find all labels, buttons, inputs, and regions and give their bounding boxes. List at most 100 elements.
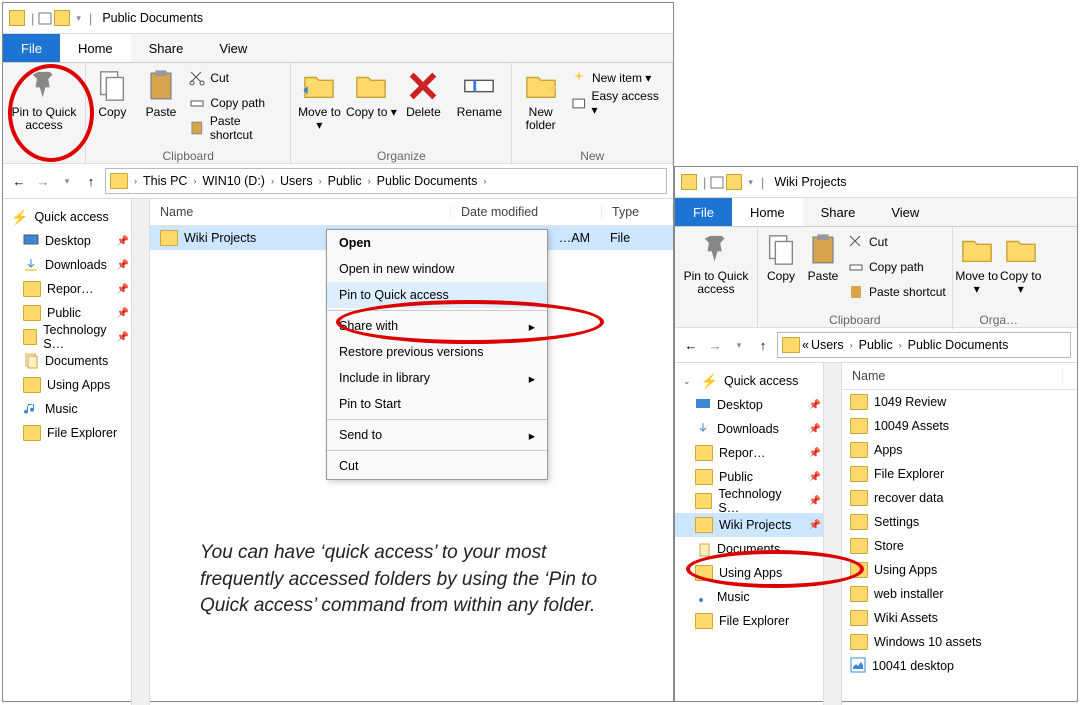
ctx-send-to[interactable]: Send to▸: [327, 422, 547, 448]
move-to-button[interactable]: Move to ▾: [955, 229, 999, 311]
rename-button[interactable]: Rename: [449, 65, 509, 147]
sidebar-item-music[interactable]: Music: [675, 585, 841, 609]
quick-access-header[interactable]: ⚡Quick access: [3, 205, 149, 229]
tab-file[interactable]: File: [675, 198, 732, 226]
paste-button[interactable]: Paste: [802, 229, 844, 311]
file-row[interactable]: 10041 desktop: [842, 654, 1077, 678]
file-row[interactable]: Store: [842, 534, 1077, 558]
cut-button[interactable]: Cut: [848, 231, 946, 253]
cut-button[interactable]: Cut: [189, 67, 284, 89]
recent-button[interactable]: ▾: [57, 176, 77, 187]
back-button[interactable]: ←: [681, 338, 701, 353]
copy-path-button[interactable]: Copy path: [189, 92, 284, 114]
ctx-open-new-window[interactable]: Open in new window: [327, 256, 547, 282]
sidebar-item-music[interactable]: Music: [3, 397, 149, 421]
file-row[interactable]: Using Apps: [842, 558, 1077, 582]
copy-to-button[interactable]: Copy to ▾: [345, 65, 397, 147]
new-item-button[interactable]: New item ▾: [571, 67, 666, 89]
forward-button[interactable]: →: [33, 174, 53, 189]
ctx-share-with[interactable]: Share with▸: [327, 313, 547, 339]
file-row[interactable]: File Explorer: [842, 462, 1077, 486]
sidebar-item-wiki-projects[interactable]: Wiki Projects📌: [675, 513, 841, 537]
crumb-pubdocs[interactable]: Public Documents: [908, 338, 1009, 352]
tab-share[interactable]: Share: [803, 198, 874, 226]
file-row[interactable]: 10049 Assets: [842, 414, 1077, 438]
col-type[interactable]: Type: [602, 205, 673, 219]
paste-shortcut-button[interactable]: Paste shortcut: [848, 281, 946, 303]
file-row[interactable]: recover data: [842, 486, 1077, 510]
copy-button[interactable]: Copy: [88, 65, 137, 147]
file-row[interactable]: web installer: [842, 582, 1077, 606]
col-name[interactable]: Name: [842, 369, 1063, 383]
sidebar-item-public[interactable]: Public📌: [675, 465, 841, 489]
recent-button[interactable]: ▾: [729, 340, 749, 351]
file-row[interactable]: Apps: [842, 438, 1077, 462]
column-headers[interactable]: Name Date modified Type: [150, 199, 673, 226]
tab-view[interactable]: View: [873, 198, 937, 226]
crumb-thispc[interactable]: This PC: [143, 174, 187, 188]
sidebar-item-usingapps[interactable]: Using Apps: [675, 561, 841, 585]
tab-view[interactable]: View: [201, 34, 265, 62]
address-bar[interactable]: « Users› Public› Public Documents: [777, 332, 1071, 358]
quick-access-header[interactable]: ⌄⚡Quick access: [675, 369, 841, 393]
crumb-drive[interactable]: WIN10 (D:): [202, 174, 265, 188]
address-bar[interactable]: › This PC› WIN10 (D:)› Users› Public› Pu…: [105, 168, 667, 194]
crumb-users[interactable]: Users: [811, 338, 844, 352]
tab-home[interactable]: Home: [60, 34, 131, 62]
paste-button[interactable]: Paste: [137, 65, 186, 147]
sidebar-item-desktop[interactable]: Desktop📌: [675, 393, 841, 417]
sidebar-item-fileexplorer[interactable]: File Explorer: [675, 609, 841, 633]
sidebar-item-public[interactable]: Public📌: [3, 301, 149, 325]
ctx-pin-start[interactable]: Pin to Start: [327, 391, 547, 417]
pin-to-quick-access-button[interactable]: Pin to Quick access: [677, 229, 755, 329]
file-row[interactable]: Settings: [842, 510, 1077, 534]
sidebar-item-usingapps[interactable]: Using Apps: [3, 373, 149, 397]
ctx-cut[interactable]: Cut: [327, 453, 547, 479]
ctx-restore[interactable]: Restore previous versions: [327, 339, 547, 365]
tab-share[interactable]: Share: [131, 34, 202, 62]
up-button[interactable]: ↑: [753, 338, 773, 353]
sidebar-item-tech[interactable]: Technology S…📌: [3, 325, 149, 349]
sidebar-item-reports[interactable]: Repor…📌: [675, 441, 841, 465]
up-button[interactable]: ↑: [81, 174, 101, 189]
sidebar-item-downloads[interactable]: Downloads📌: [675, 417, 841, 441]
easy-access-button[interactable]: Easy access ▾: [571, 92, 666, 114]
ctx-pin-quick-access[interactable]: Pin to Quick access: [327, 282, 547, 308]
scrollbar[interactable]: [823, 363, 841, 705]
chevron-icon: ›: [134, 176, 137, 186]
paste-shortcut-button[interactable]: Paste shortcut: [189, 117, 284, 139]
new-folder-button[interactable]: New folder: [514, 65, 567, 147]
sidebar-item-documents[interactable]: Documents: [675, 537, 841, 561]
file-row[interactable]: Windows 10 assets: [842, 630, 1077, 654]
crumb-users[interactable]: Users: [280, 174, 313, 188]
copy-path-button[interactable]: Copy path: [848, 256, 946, 278]
copy-to-button[interactable]: Copy to ▾: [999, 229, 1043, 311]
delete-button[interactable]: Delete: [397, 65, 449, 147]
col-name[interactable]: Name: [150, 205, 451, 219]
sidebar-item-reports[interactable]: Repor…📌: [3, 277, 149, 301]
sidebar-item-documents[interactable]: Documents: [3, 349, 149, 373]
quick-access-icon[interactable]: [710, 174, 726, 190]
back-button[interactable]: ←: [9, 174, 29, 189]
sidebar-item-tech[interactable]: Technology S…📌: [675, 489, 841, 513]
tab-home[interactable]: Home: [732, 198, 803, 226]
move-to-button[interactable]: Move to ▾: [293, 65, 345, 147]
sidebar-item-downloads[interactable]: Downloads📌: [3, 253, 149, 277]
scrollbar[interactable]: [131, 199, 149, 705]
pin-to-quick-access-button[interactable]: Pin to Quick access: [5, 65, 83, 165]
crumb-public[interactable]: Public: [328, 174, 362, 188]
sidebar-item-desktop[interactable]: Desktop📌: [3, 229, 149, 253]
file-row[interactable]: 1049 Review: [842, 390, 1077, 414]
forward-button[interactable]: →: [705, 338, 725, 353]
col-date[interactable]: Date modified: [451, 205, 602, 219]
crumb-pubdocs[interactable]: Public Documents: [377, 174, 478, 188]
copy-button[interactable]: Copy: [760, 229, 802, 311]
ctx-include-library[interactable]: Include in library▸: [327, 365, 547, 391]
chevron-down-icon[interactable]: ▾: [76, 13, 81, 24]
crumb-public[interactable]: Public: [859, 338, 893, 352]
quick-access-icon[interactable]: [38, 10, 54, 26]
sidebar-item-fileexplorer[interactable]: File Explorer: [3, 421, 149, 445]
tab-file[interactable]: File: [3, 34, 60, 62]
file-row[interactable]: Wiki Assets: [842, 606, 1077, 630]
ctx-open[interactable]: Open: [327, 230, 547, 256]
